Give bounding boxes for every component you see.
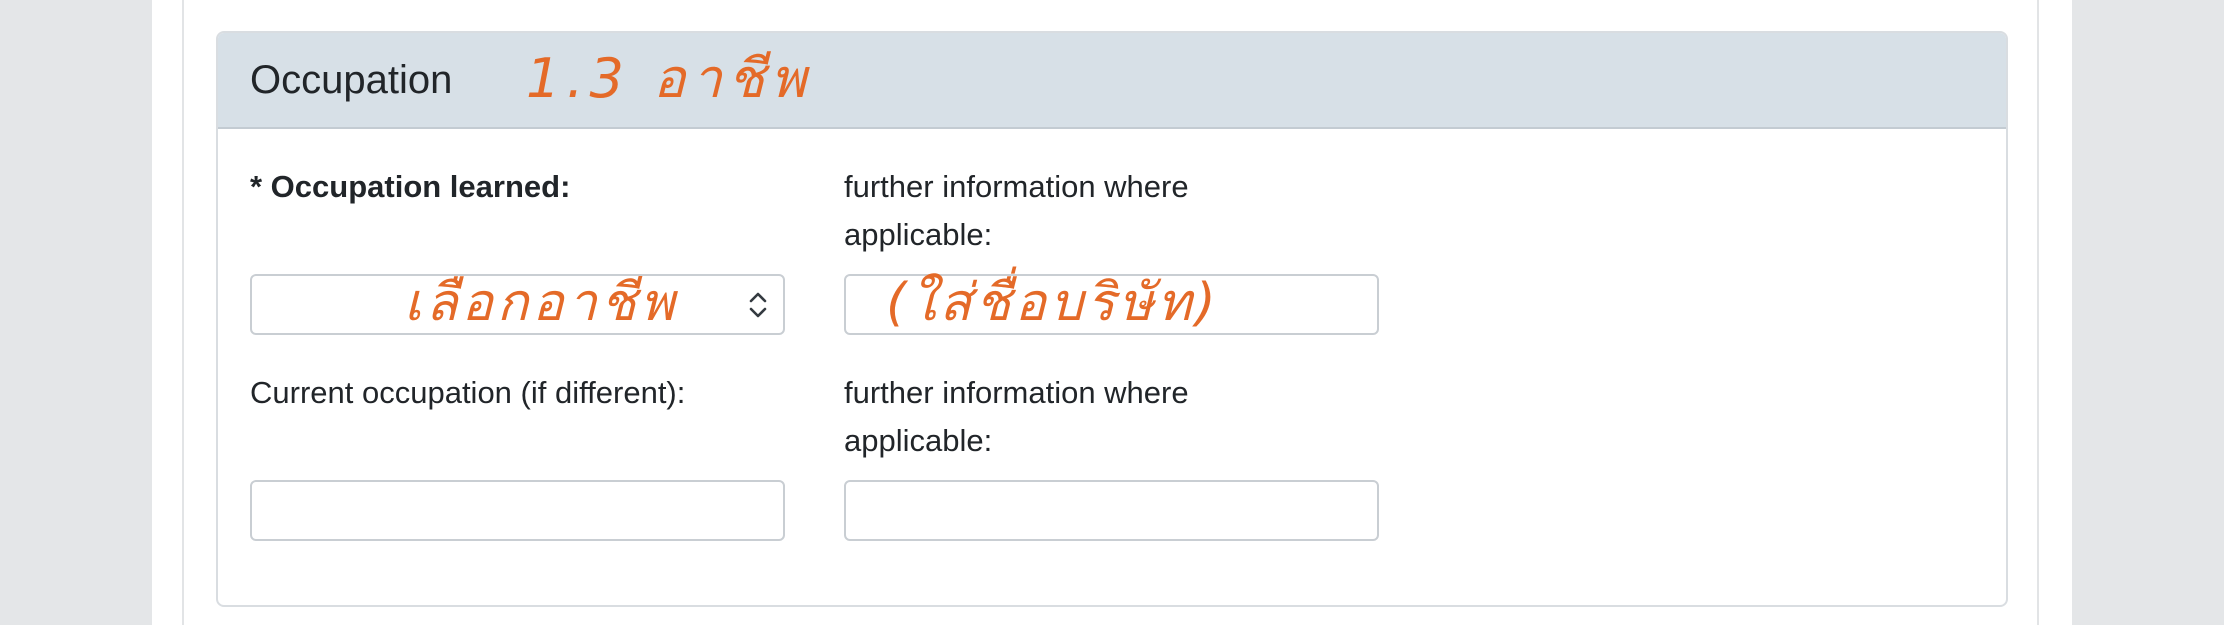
occupation-learned-label: * Occupation learned: bbox=[250, 169, 571, 204]
handwritten-annotation-company-name: (ใส่ชื่อบริษัท) bbox=[886, 273, 1220, 333]
handwritten-annotation-select-occupation: เลือกอาชีพ bbox=[404, 273, 679, 333]
current-occupation-label: Current occupation (if different): bbox=[250, 375, 686, 410]
current-occupation-info-input[interactable] bbox=[844, 480, 1379, 541]
current-occupation-input[interactable] bbox=[250, 480, 785, 541]
current-occupation-info-label: further information where applicable: bbox=[844, 375, 1189, 458]
panel-title: Occupation bbox=[250, 58, 453, 102]
occupation-panel: Occupation 1.3 อาชีพ * Occupation learne… bbox=[216, 31, 2008, 607]
chevron-up-down-icon bbox=[749, 292, 767, 318]
handwritten-annotation-section-number: 1.3 อาชีพ bbox=[526, 47, 813, 110]
occupation-learned-info-label: further information where applicable: bbox=[844, 169, 1189, 252]
panel-header: Occupation 1.3 อาชีพ bbox=[218, 33, 2006, 129]
